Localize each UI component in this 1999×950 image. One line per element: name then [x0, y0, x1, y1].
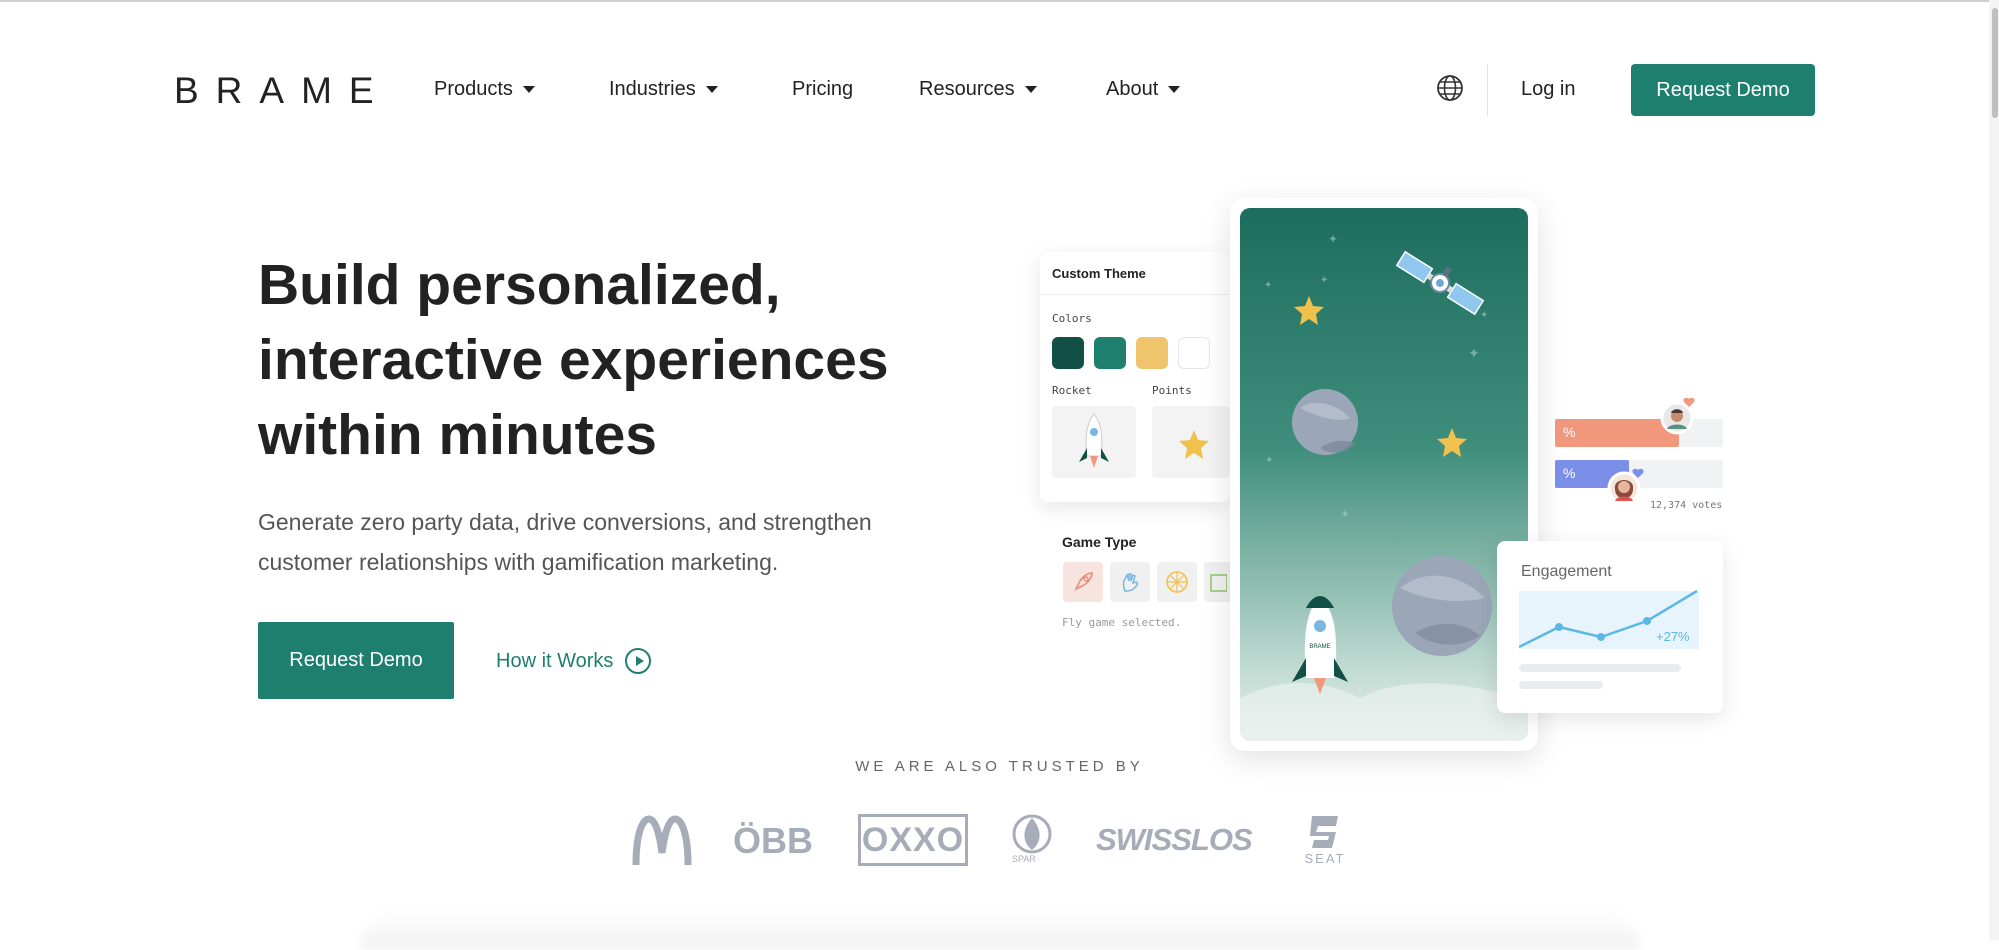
- game-scene: ✦ ✦ ✦ ✦ ✦ ✦ ✦ BRAME: [1240, 232, 1528, 741]
- how-it-works-label: How it Works: [496, 649, 614, 672]
- hero-subtitle-line-2: customer relationships with gamification…: [258, 549, 779, 575]
- chart-point: [1597, 633, 1605, 641]
- rocket-icon: BRAME: [1292, 596, 1348, 694]
- star-icon: [1179, 430, 1209, 459]
- rocket-thumbnail[interactable]: [1052, 406, 1136, 478]
- poll-votes: 12,374 votes: [1650, 500, 1723, 511]
- placeholder-line: [1519, 681, 1603, 689]
- nav-industries[interactable]: Industries: [609, 78, 718, 101]
- trusted-heading: WE ARE ALSO TRUSTED BY: [855, 758, 1144, 775]
- poll-percent-1: %: [1563, 424, 1576, 440]
- caret-down-icon: [705, 86, 718, 93]
- satellite-icon: [1395, 250, 1485, 316]
- game-type-status: Fly game selected.: [1062, 616, 1182, 629]
- page-scrollbar[interactable]: [1989, 0, 1999, 940]
- star-icon: [1437, 428, 1467, 457]
- caret-down-icon: [1168, 86, 1181, 93]
- chart-point: [1555, 623, 1563, 631]
- game-type-title: Game Type: [1062, 534, 1137, 550]
- game-screen: ✦ ✦ ✦ ✦ ✦ ✦ ✦ BRAME: [1240, 208, 1528, 741]
- custom-theme-card: Custom Theme Colors Rocket Points: [1040, 252, 1230, 502]
- chart-point: [1643, 617, 1651, 625]
- mcdonalds-logo: [632, 815, 692, 866]
- rocket-brand-text: BRAME: [1309, 644, 1330, 650]
- hero-title-line-2: interactive experiences: [258, 328, 889, 392]
- seat-text: SEAT: [1304, 851, 1346, 866]
- next-section-shadow: [360, 910, 1640, 950]
- points-label: Points: [1152, 384, 1192, 397]
- swatch-yellow[interactable]: [1136, 337, 1168, 369]
- nav-industries-label: Industries: [609, 78, 696, 100]
- star-icon: [1294, 296, 1324, 325]
- svg-text:✦: ✦: [1265, 455, 1273, 466]
- login-link[interactable]: Log in: [1521, 78, 1576, 101]
- brame-logo[interactable]: BRAME: [174, 70, 391, 112]
- spar-text: SPAR: [1012, 854, 1036, 864]
- colors-label: Colors: [1052, 312, 1092, 325]
- swatch-green[interactable]: [1094, 337, 1126, 369]
- svg-text:✦: ✦: [1340, 507, 1350, 521]
- window-top-border: [0, 0, 1999, 2]
- hero-title: Build personalized, interactive experien…: [258, 248, 1018, 473]
- scrollbar-thumb[interactable]: [1992, 8, 1998, 118]
- oxxo-text: OXXO: [861, 820, 965, 859]
- swatch-dark-green[interactable]: [1052, 337, 1084, 369]
- hero-subtitle-line-1: Generate zero party data, drive conversi…: [258, 509, 872, 535]
- engagement-title: Engagement: [1521, 563, 1612, 580]
- play-circle-icon: [625, 648, 652, 674]
- nav-products[interactable]: Products: [434, 78, 535, 101]
- nav-divider: [1487, 64, 1488, 116]
- nav-about[interactable]: About: [1106, 78, 1181, 101]
- obb-logo: ÖBB: [733, 820, 813, 861]
- rocket-label: Rocket: [1052, 384, 1092, 397]
- card-divider: [1040, 294, 1230, 295]
- svg-text:✦: ✦: [1320, 275, 1328, 286]
- seat-logo: SEAT: [1292, 814, 1358, 868]
- rocket-icon: [1079, 413, 1109, 468]
- poll-percent-2: %: [1563, 465, 1576, 481]
- svg-text:✦: ✦: [1264, 280, 1272, 291]
- heart-icon: [1683, 397, 1695, 407]
- engagement-change: +27%: [1656, 629, 1690, 644]
- nav-pricing-label: Pricing: [792, 78, 854, 100]
- how-it-works-link[interactable]: How it Works: [496, 648, 652, 674]
- svg-text:✦: ✦: [1328, 232, 1338, 246]
- caret-down-icon: [1024, 86, 1037, 93]
- nav-about-label: About: [1106, 78, 1159, 100]
- custom-theme-title: Custom Theme: [1052, 266, 1146, 281]
- request-demo-hero-button[interactable]: Request Demo: [258, 622, 454, 699]
- globe-icon[interactable]: [1436, 74, 1464, 102]
- svg-text:✦: ✦: [1468, 345, 1480, 361]
- nav-products-label: Products: [434, 78, 513, 100]
- hero-title-line-1: Build personalized,: [258, 253, 781, 317]
- hero-subtitle: Generate zero party data, drive conversi…: [258, 502, 1018, 582]
- heart-icon: [1632, 468, 1644, 478]
- request-demo-nav-button[interactable]: Request Demo: [1631, 64, 1815, 116]
- spar-logo: SPAR: [1010, 814, 1054, 866]
- hand-game-icon[interactable]: [1110, 562, 1150, 602]
- placeholder-line: [1519, 664, 1681, 672]
- nav-pricing[interactable]: Pricing: [792, 78, 853, 101]
- points-thumbnail[interactable]: [1152, 406, 1230, 478]
- svg-text:✦: ✦: [1480, 310, 1488, 321]
- engagement-card: Engagement +27%: [1497, 541, 1723, 713]
- phone-mockup: ✦ ✦ ✦ ✦ ✦ ✦ ✦ BRAME: [1230, 198, 1538, 751]
- hero-title-line-3: within minutes: [258, 403, 657, 467]
- caret-down-icon: [522, 86, 535, 93]
- rocket-game-icon[interactable]: [1063, 562, 1103, 602]
- nav-resources-label: Resources: [919, 78, 1015, 100]
- swatch-white[interactable]: [1178, 337, 1210, 369]
- wheel-game-icon[interactable]: [1157, 562, 1197, 602]
- oxxo-logo: OXXO: [858, 814, 968, 866]
- nav-resources[interactable]: Resources: [919, 78, 1037, 101]
- calendar-game-icon[interactable]: [1204, 562, 1230, 602]
- swisslos-logo: SWISSLOS: [1096, 822, 1253, 857]
